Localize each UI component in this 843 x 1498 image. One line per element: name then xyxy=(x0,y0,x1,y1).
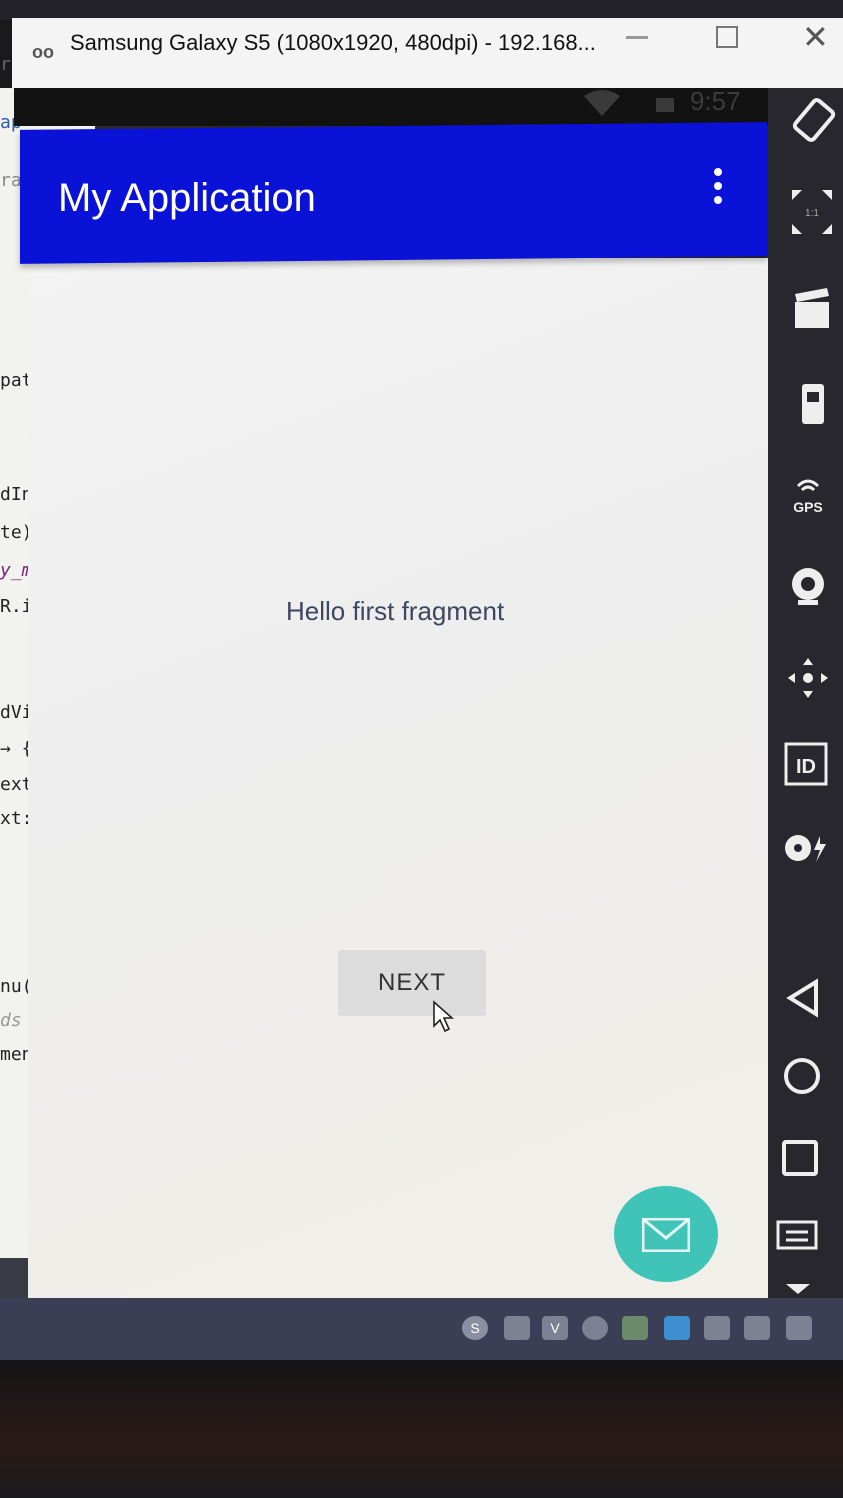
gps-icon[interactable]: GPS xyxy=(778,472,838,521)
mail-icon xyxy=(641,1217,691,1257)
scale-label: 1:1 xyxy=(805,208,819,219)
emulator-window-title: Samsung Galaxy S5 (1080x1920, 480dpi) - … xyxy=(70,30,596,55)
v-icon[interactable]: V xyxy=(542,1316,568,1340)
back-icon[interactable] xyxy=(774,976,834,1025)
app-title: My Application xyxy=(58,176,316,220)
next-button[interactable]: NEXT xyxy=(338,950,486,1016)
rotate-icon[interactable] xyxy=(784,96,843,149)
minimize-icon[interactable] xyxy=(626,36,648,39)
screen-record-icon[interactable] xyxy=(782,284,842,335)
w-icon[interactable] xyxy=(664,1316,690,1340)
gps-label: GPS xyxy=(793,499,823,515)
flag-icon[interactable] xyxy=(744,1316,770,1340)
close-icon[interactable]: ✕ xyxy=(802,18,829,56)
battery-icon xyxy=(656,98,674,112)
emulator-side-toolbar: 1:1 GPS ID xyxy=(768,88,843,1298)
device-id-icon[interactable]: ID xyxy=(776,740,836,793)
wifi-icon xyxy=(582,88,622,122)
network-icon[interactable] xyxy=(704,1316,730,1340)
scale-icon[interactable]: 1:1 xyxy=(782,184,842,245)
home-icon[interactable] xyxy=(772,1054,832,1103)
device-id-label: ID xyxy=(796,756,816,778)
status-time: 9:57 xyxy=(690,86,741,116)
menu-icon[interactable] xyxy=(768,1216,828,1261)
mouse-cursor-icon xyxy=(432,1000,456,1039)
maximize-icon[interactable] xyxy=(716,26,738,48)
monitor-bezel-top xyxy=(0,0,843,20)
recents-icon[interactable] xyxy=(770,1136,830,1185)
sync-icon[interactable] xyxy=(622,1316,648,1340)
skype-icon[interactable]: S xyxy=(462,1316,488,1340)
media-icon[interactable] xyxy=(776,828,836,873)
code-line: ra xyxy=(0,170,22,191)
camera-icon[interactable] xyxy=(778,562,838,615)
fragment-content xyxy=(28,258,768,1298)
window-icon[interactable] xyxy=(504,1316,530,1340)
battery-icon[interactable] xyxy=(782,378,842,431)
dpad-icon[interactable] xyxy=(778,654,838,707)
battery-icon[interactable] xyxy=(786,1316,812,1340)
cloud-icon[interactable] xyxy=(582,1316,608,1340)
monitor-bezel-bottom xyxy=(0,1360,843,1498)
hello-text: Hello first fragment xyxy=(286,596,505,626)
overflow-menu-icon[interactable] xyxy=(710,168,726,208)
emulator-logo-icon: oo xyxy=(32,42,54,62)
